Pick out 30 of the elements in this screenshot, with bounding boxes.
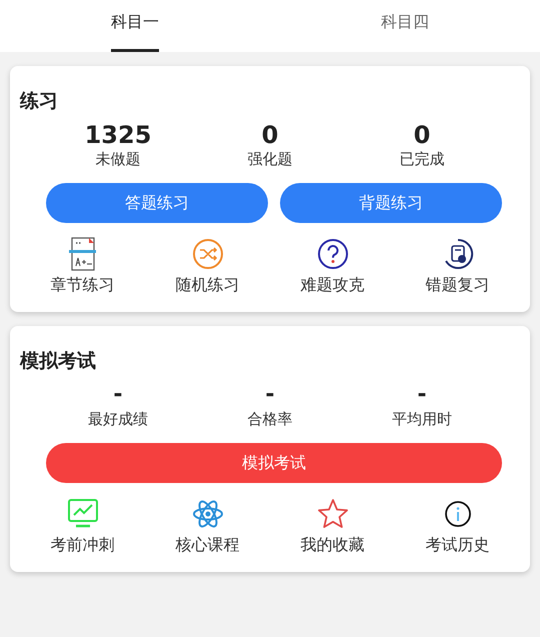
shortcut-label[interactable]: 章节练习: [50, 275, 114, 296]
stat-value: -: [265, 382, 275, 408]
stat-label: 未做题: [96, 150, 140, 169]
stat-value: 0: [414, 122, 430, 148]
practice-button[interactable]: 背题练习: [280, 183, 502, 223]
shortcut-label[interactable]: 考前冲刺: [50, 535, 114, 556]
practice-button[interactable]: 答题练习: [46, 183, 268, 223]
stat-label: 强化题: [248, 150, 292, 169]
stat-label: 合格率: [248, 410, 292, 429]
shortcut-label[interactable]: 难题攻克: [300, 275, 364, 296]
shortcut-label[interactable]: 考试历史: [426, 535, 490, 556]
answer-sheet-icon[interactable]: [68, 237, 98, 271]
stat-value: -: [417, 382, 427, 408]
shortcut-label[interactable]: 错题复习: [426, 275, 490, 296]
star-icon[interactable]: [316, 497, 348, 531]
shortcut-label[interactable]: 核心课程: [176, 535, 240, 556]
stat-value: -: [113, 382, 123, 408]
section-title: 练习: [20, 89, 59, 114]
stat-value: 1325: [84, 122, 152, 148]
tab[interactable]: 科目一: [0, 0, 270, 52]
shortcut-label[interactable]: 我的收藏: [300, 535, 364, 556]
stat-value: 0: [262, 122, 278, 148]
exam-button[interactable]: 模拟考试: [46, 443, 502, 483]
section-title: 模拟考试: [20, 349, 97, 374]
stat-label: 平均用时: [392, 410, 452, 429]
shortcut-label[interactable]: 随机练习: [176, 275, 240, 296]
tab[interactable]: 科目四: [270, 0, 540, 52]
question-icon[interactable]: [316, 237, 348, 271]
stat-label: 已完成: [400, 150, 444, 169]
stat-label: 最好成绩: [88, 410, 148, 429]
